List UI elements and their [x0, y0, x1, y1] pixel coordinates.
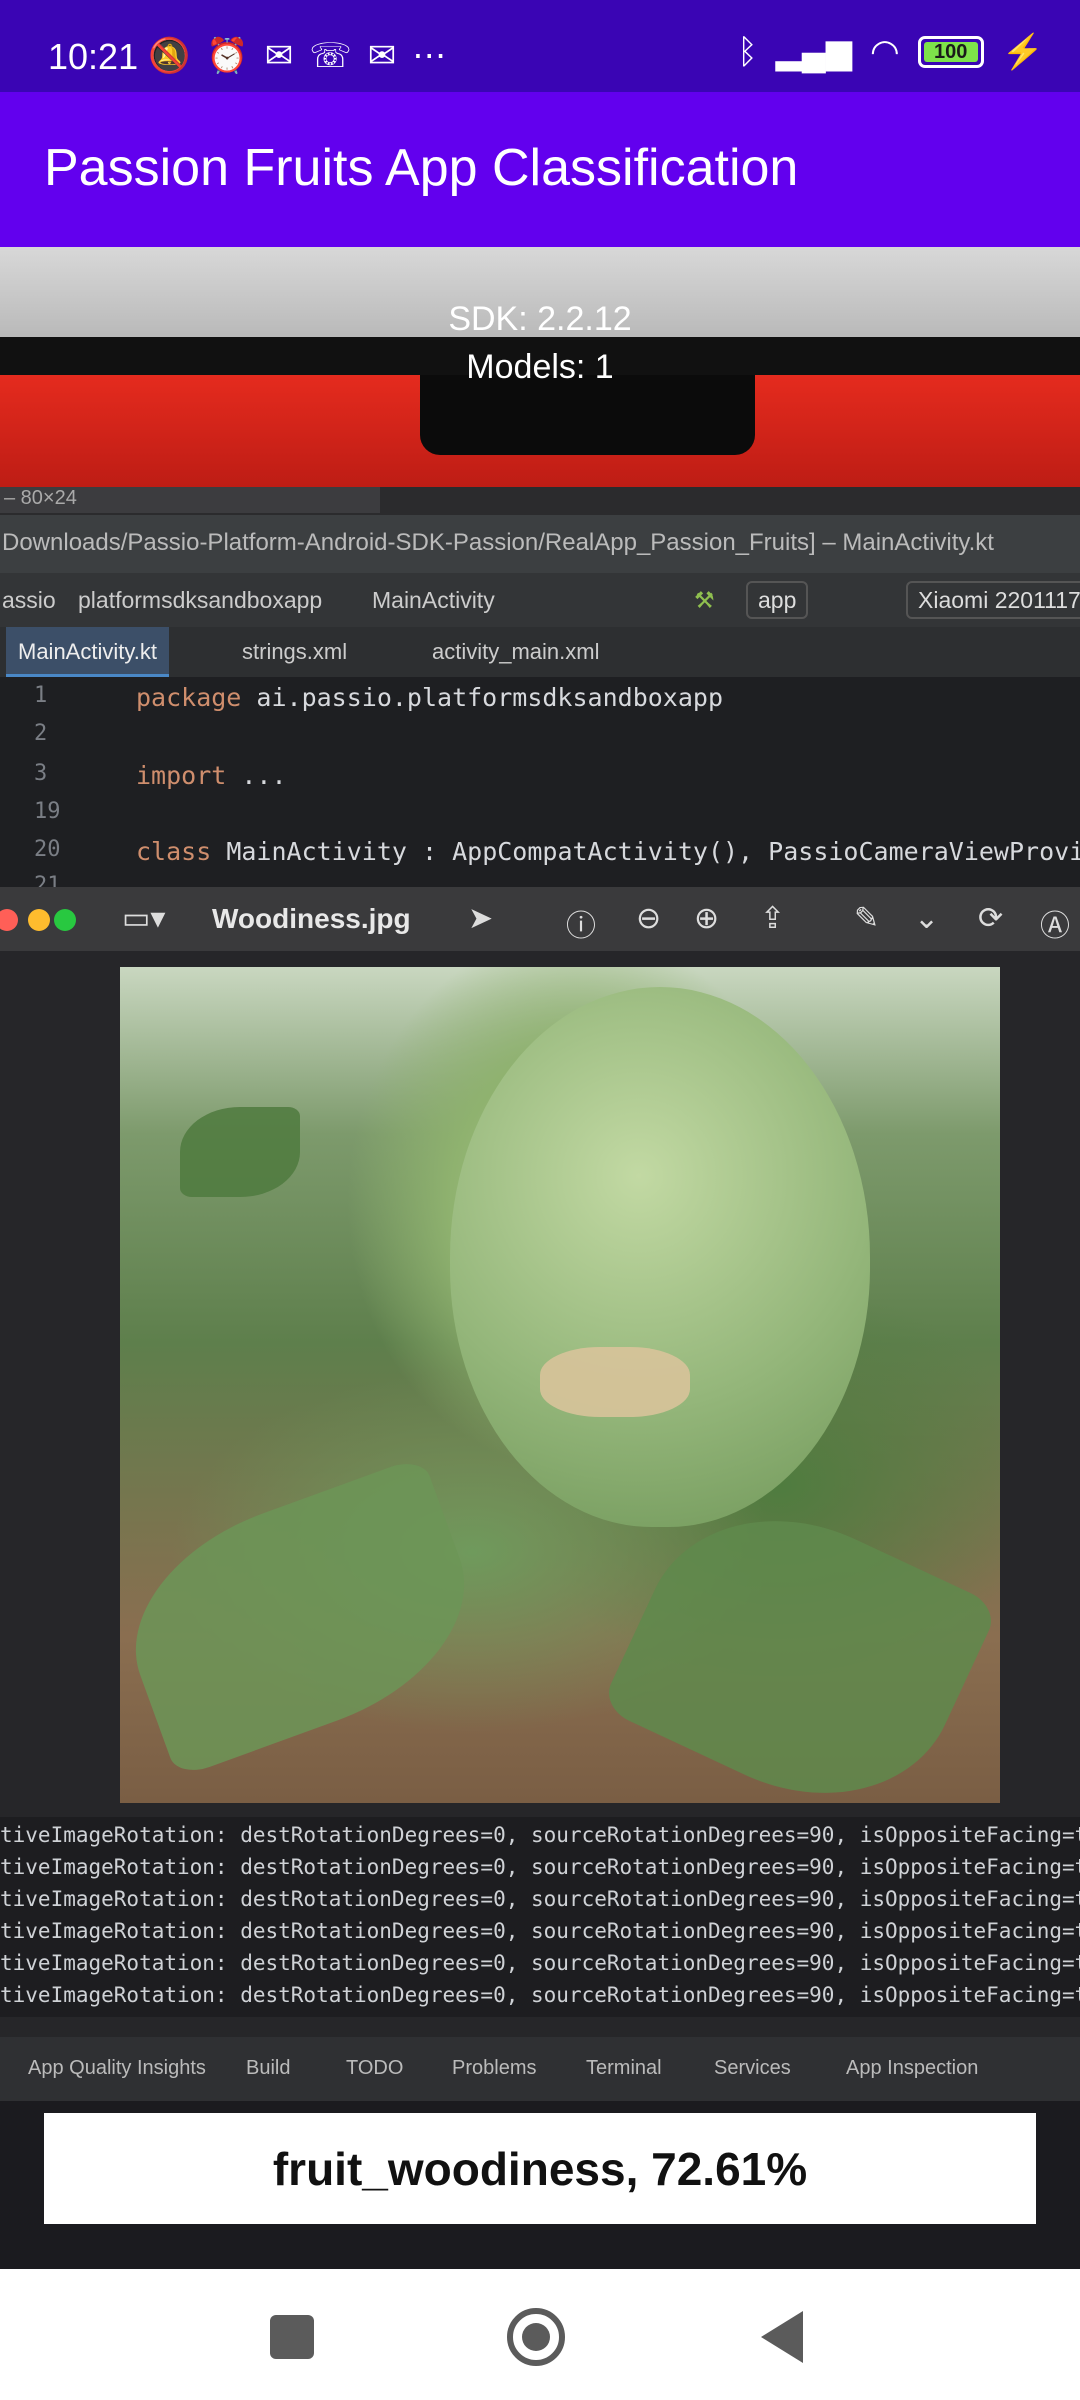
sidebar-icon: ▭▾ [122, 902, 166, 935]
code-line: 2 [34, 721, 48, 746]
sdk-version: SDK: 2.2.12 [448, 300, 632, 338]
woodiness-blemish [540, 1347, 690, 1417]
cursor-icon: ➤ [468, 902, 494, 935]
zoom-out-icon: ⊖ [636, 902, 662, 935]
ide-title: Downloads/Passio-Platform-Android-SDK-Pa… [0, 515, 1080, 573]
log-line: tiveImageRotation: destRotationDegrees=0… [0, 1823, 1080, 1847]
tab-strings: strings.xml [242, 639, 348, 664]
preview-title: Woodiness.jpg [212, 903, 411, 934]
notifications-off-icon: 🔕 [148, 37, 191, 75]
signal-icon: ▂▄▆ [775, 33, 852, 71]
battery-icon: 100 [917, 36, 984, 68]
terminal-size: – 80×24 [0, 487, 380, 513]
camera-preview: SDK: 2.2.12 Models: 1 – 80×24 Downloads/… [0, 247, 1080, 2269]
ide-window: – 80×24 Downloads/Passio-Platform-Androi… [0, 487, 1080, 2067]
code-line: 20 class MainActivity : AppCompatActivit… [34, 837, 1080, 866]
log-line: tiveImageRotation: destRotationDegrees=0… [0, 1919, 1080, 1943]
result-label: fruit_woodiness, 72.61% [272, 2142, 808, 2195]
tool-terminal: Terminal [586, 2057, 662, 2079]
gmail-icon: ✉ [264, 37, 294, 75]
tool-todo: TODO [346, 2057, 404, 2079]
annotate-icon: Ⓐ [1040, 910, 1070, 943]
zoom-in-icon: ⊕ [694, 902, 720, 935]
code-editor: 1 package ai.passio.platformsdksandboxap… [0, 677, 1080, 898]
logcat-output: tiveImageRotation: destRotationDegrees=0… [0, 1817, 1080, 2017]
ide-toolbar: assio platformsdksandboxapp MainActivity… [0, 573, 1080, 627]
device-selector: Xiaomi 2201117 [906, 581, 1080, 619]
home-icon [507, 2308, 565, 2366]
chevron-down-icon: ⌄ [914, 902, 940, 935]
more-icon: ⋯ [412, 37, 447, 75]
battery-level: 100 [933, 40, 968, 63]
passion-fruit-photo [120, 967, 1000, 1803]
back-button[interactable] [742, 2297, 822, 2377]
home-button[interactable] [496, 2297, 576, 2377]
breadcrumb-2: MainActivity [372, 587, 495, 613]
system-icons: ᛒ ▂▄▆ ◠ 100 ⚡ [737, 32, 1044, 72]
navigation-bar [0, 2269, 1080, 2400]
app-title: Passion Fruits App Classification [44, 139, 799, 197]
alarm-icon: ⏰ [206, 37, 249, 75]
preview-toolbar: ▭▾ Woodiness.jpg ➤ ⓘ ⊖ ⊕ ⇪ ✎ ⌄ ⟳ Ⓐ [0, 887, 1080, 951]
back-icon [761, 2311, 803, 2363]
sdk-info: SDK: 2.2.12 Models: 1 [0, 295, 1080, 391]
tool-app-quality-insights: App Quality Insights [28, 2057, 206, 2079]
models-count: Models: 1 [466, 348, 614, 386]
tool-problems: Problems [452, 2057, 537, 2079]
tool-build: Build [246, 2057, 291, 2079]
tool-services: Services [714, 2057, 791, 2079]
bluetooth-icon: ᛒ [737, 32, 758, 71]
classification-result: fruit_woodiness, 72.61% [44, 2113, 1036, 2224]
app-bar: Passion Fruits App Classification [0, 92, 1080, 247]
code-line: 1 package ai.passio.platformsdksandboxap… [34, 683, 723, 712]
wifi-icon: ◠ [869, 33, 900, 71]
gmail-icon: ✉ [367, 37, 397, 75]
log-line: tiveImageRotation: destRotationDegrees=0… [0, 1951, 1080, 1975]
code-line: 19 [34, 799, 61, 824]
log-line: tiveImageRotation: destRotationDegrees=0… [0, 1855, 1080, 1879]
run-config: app [746, 581, 809, 619]
close-dot-icon [0, 909, 18, 931]
code-line: 3 import ... [34, 761, 287, 790]
build-icon: ⚒ [694, 587, 715, 613]
rotate-icon: ⟳ [978, 902, 1004, 935]
log-line: tiveImageRotation: destRotationDegrees=0… [0, 1887, 1080, 1911]
fruit [450, 987, 870, 1527]
status-bar: 10:21 🔕 ⏰ ✉ ☏ ✉ ⋯ ᛒ ▂▄▆ ◠ 100 ⚡ [0, 0, 1080, 92]
tab-mainactivity: MainActivity.kt [6, 627, 169, 677]
minimize-dot-icon [28, 909, 50, 931]
tab-activity-main: activity_main.xml [432, 639, 600, 664]
status-time: 10:21 [48, 36, 139, 77]
recents-button[interactable] [252, 2297, 332, 2377]
breadcrumb-1: platformsdksandboxapp [78, 587, 323, 613]
zoom-dot-icon [54, 909, 76, 931]
breadcrumb-0: assio [2, 587, 56, 613]
recents-icon [270, 2315, 314, 2359]
charging-icon: ⚡ [1001, 33, 1044, 71]
notification-icons: 🔕 ⏰ ✉ ☏ ✉ ⋯ [148, 36, 446, 76]
ide-tool-window-bar: App Quality Insights Build TODO Problems… [0, 2037, 1080, 2101]
log-line: tiveImageRotation: destRotationDegrees=0… [0, 1983, 1080, 2007]
tool-app-inspection: App Inspection [846, 2057, 979, 2079]
ide-tabs: MainActivity.kt strings.xml activity_mai… [0, 627, 1080, 677]
share-icon: ⇪ [760, 902, 786, 935]
markup-icon: ✎ [854, 902, 880, 935]
info-icon: ⓘ [566, 910, 596, 943]
whatsapp-icon: ☏ [309, 37, 352, 75]
